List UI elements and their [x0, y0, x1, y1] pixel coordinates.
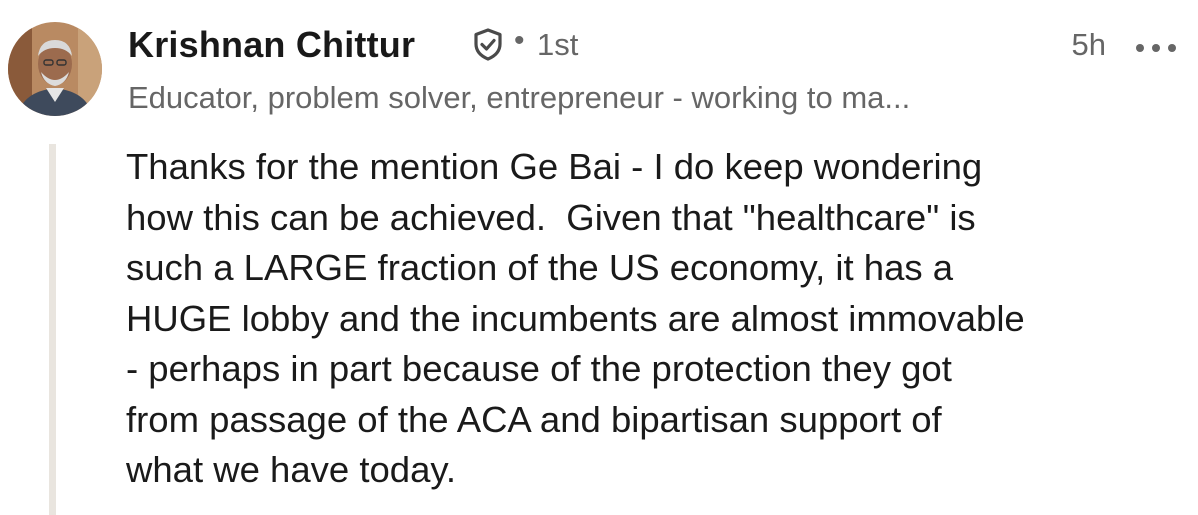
avatar[interactable] [8, 22, 102, 116]
comment-line: Thanks for the mention Ge Bai - I do kee… [126, 146, 983, 187]
comment-line: such a LARGE fraction of the US economy,… [126, 247, 954, 288]
separator-dot: • [514, 24, 525, 57]
author-headline: Educator, problem solver, entrepreneur -… [128, 80, 911, 115]
connection-degree: 1st [537, 27, 579, 62]
timestamp: 5h [1071, 27, 1106, 62]
more-horizontal-icon[interactable] [1134, 24, 1178, 64]
author-name[interactable]: Krishnan Chittur [128, 24, 415, 66]
comment-line: what we have today. [126, 449, 457, 490]
comment-line: - perhaps in part because of the protect… [126, 348, 952, 389]
comment-header: Krishnan Chittur • 1st 5h [128, 22, 1178, 72]
thread-line [49, 144, 56, 515]
comment-line: how this can be achieved. Given that "he… [126, 196, 976, 238]
comment-line: from passage of the ACA and bipartisan s… [126, 398, 942, 440]
comment-body: Thanks for the mention Ge Bai - I do kee… [126, 142, 1194, 496]
comment-line: HUGE lobby and the incumbents are almost… [126, 297, 1025, 339]
shield-check-icon [472, 28, 504, 62]
